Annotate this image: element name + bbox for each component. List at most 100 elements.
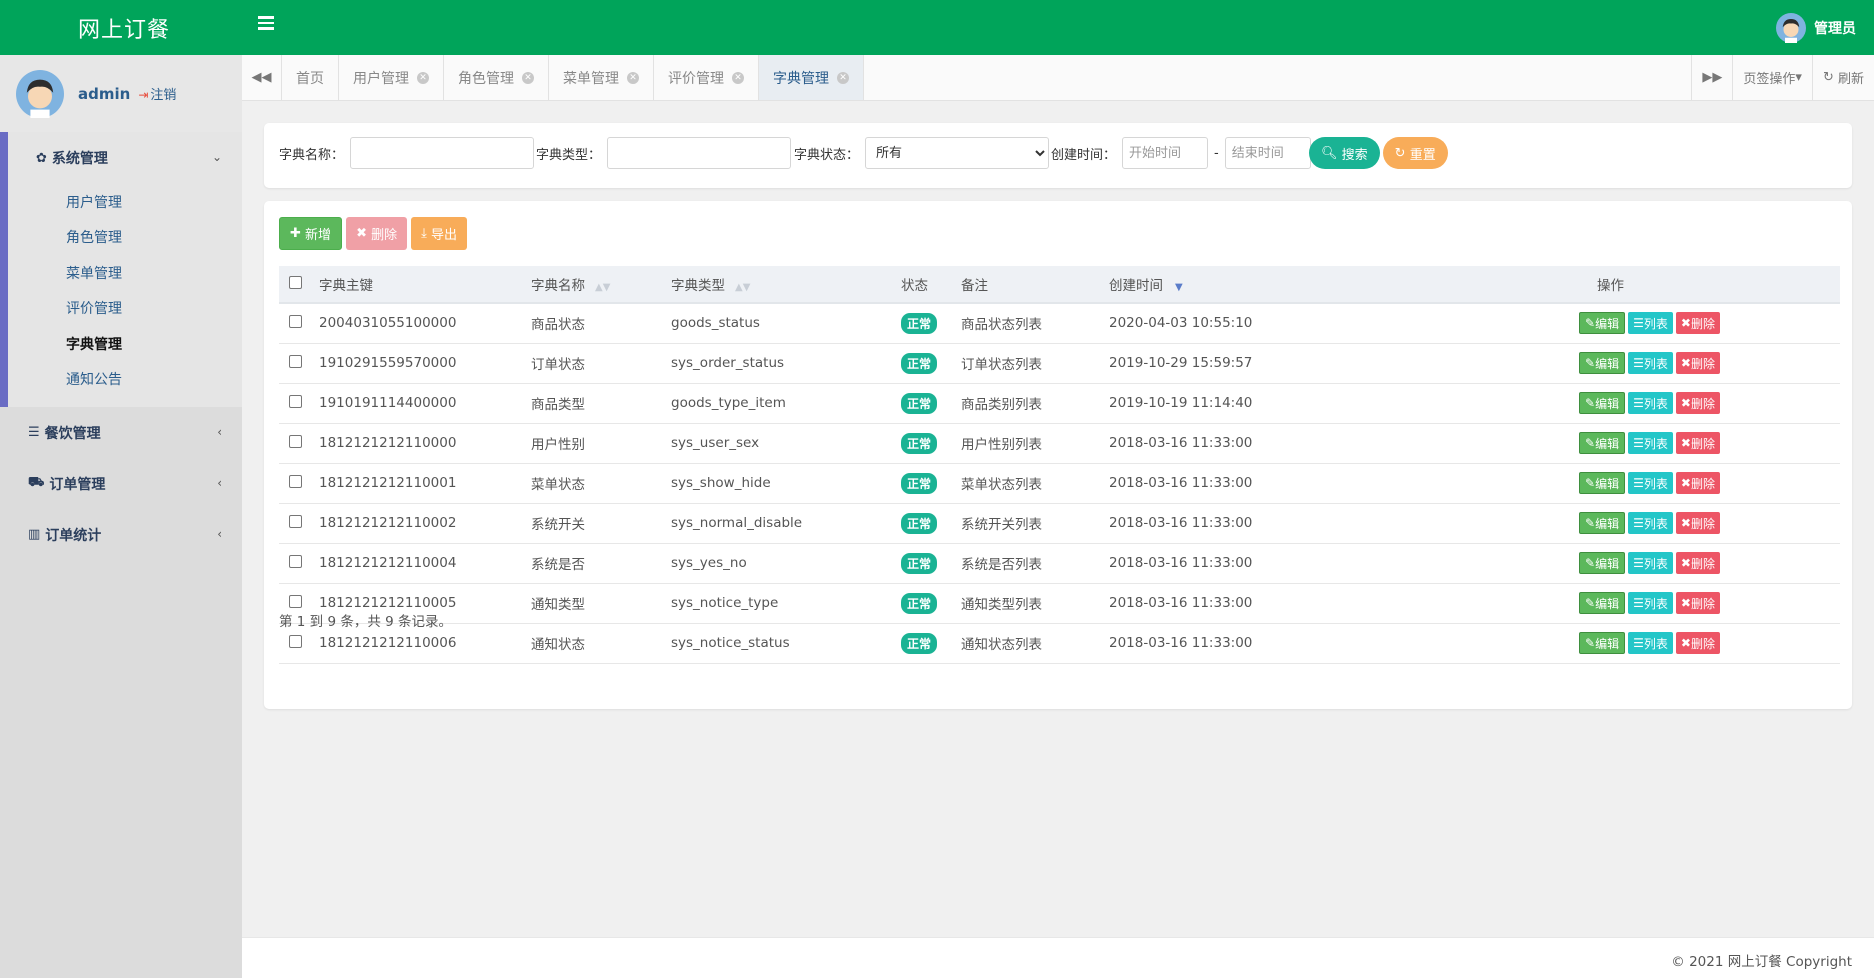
table-row[interactable]: 1812121212110004 系统是否 sys_yes_no 正常 系统是否列表 20… — [279, 543, 1840, 584]
row-checkbox[interactable] — [289, 434, 302, 448]
close-icon[interactable]: ✕ — [837, 71, 849, 84]
row-checkbox[interactable] — [289, 354, 302, 368]
col-dict-id[interactable]: 字典主键 — [311, 266, 523, 304]
row-checkbox[interactable] — [289, 474, 302, 488]
list-button[interactable]: ☰ 列表 — [1628, 312, 1673, 335]
table-row[interactable]: 1812121212110002 系统开关 sys_normal_disable 正常… — [279, 503, 1840, 544]
remove-button[interactable]: ✖ 删除 — [1675, 312, 1720, 335]
row-checkbox[interactable] — [289, 314, 302, 328]
nav-head-system[interactable]: ✿ 系统管理 ⌄ — [8, 132, 242, 184]
list-button[interactable]: ☰ 列表 — [1628, 552, 1673, 574]
tabs-scroll-right-icon[interactable]: ▶▶ — [1691, 55, 1732, 100]
table-row[interactable]: 1812121212110005 通知类型 sys_notice_type 正常 通知类… — [279, 583, 1840, 624]
add-button[interactable]: ✚ 新增 — [279, 217, 343, 250]
tab-menus[interactable]: 菜单管理 ✕ — [549, 55, 654, 100]
nav-head-orders[interactable]: ⛟ 订单管理 ‹ — [0, 458, 242, 509]
tab-users[interactable]: 用户管理 ✕ — [339, 55, 444, 100]
row-checkbox[interactable] — [289, 594, 302, 608]
row-checkbox[interactable] — [289, 634, 302, 648]
table-row[interactable]: 1910291559570000 订单状态 sys_order_status 正常 订单… — [279, 343, 1840, 384]
list-button[interactable]: ☰ 列表 — [1628, 432, 1673, 454]
list-button[interactable]: ☰ 列表 — [1628, 632, 1673, 654]
avatar — [16, 69, 64, 118]
cell-dict-type-link[interactable]: sys_order_status — [663, 343, 893, 384]
row-checkbox[interactable] — [289, 394, 302, 408]
profile-name[interactable]: admin — [78, 85, 130, 103]
sidebar-item-notices[interactable]: 通知公告 — [8, 362, 242, 398]
cell-dict-type-link[interactable]: sys_notice_type — [663, 583, 893, 624]
remove-button[interactable]: ✖ 删除 — [1675, 392, 1720, 414]
sidebar-item-dict[interactable]: 字典管理 — [8, 326, 242, 362]
cell-dict-type-link[interactable]: sys_normal_disable — [663, 503, 893, 544]
sidebar-item-reviews[interactable]: 评价管理 — [8, 291, 242, 327]
close-icon[interactable]: ✕ — [522, 71, 534, 84]
tabs-scroll-left-icon[interactable]: ◀◀ — [242, 55, 282, 100]
cell-dict-type-link[interactable]: sys_yes_no — [663, 543, 893, 584]
edit-button[interactable]: ✎ 编辑 — [1579, 512, 1626, 534]
tab-home[interactable]: 首页 — [282, 55, 339, 100]
delete-button[interactable]: ✖ 删除 — [346, 217, 408, 250]
edit-button[interactable]: ✎ 编辑 — [1579, 392, 1626, 414]
table-row[interactable]: 1812121212110001 菜单状态 sys_show_hide 正常 菜单状态列… — [279, 463, 1840, 504]
search-button[interactable]: 🔍︎ 搜索 — [1309, 137, 1380, 169]
cell-dict-type-link[interactable]: goods_type_item — [663, 383, 893, 424]
nav-head-stats[interactable]: ▥ 订单统计 ‹ — [0, 509, 242, 560]
menu-toggle-icon[interactable] — [258, 16, 274, 32]
table-row[interactable]: 2004031055100000 商品状态 goods_status 正常 商品状态列表… — [279, 303, 1840, 344]
refresh-button[interactable]: ↻ 刷新 — [1811, 55, 1874, 100]
table-row[interactable]: 1910191114400000 商品类型 goods_type_item 正常 商品类… — [279, 383, 1840, 424]
list-button[interactable]: ☰ 列表 — [1628, 592, 1673, 614]
sidebar-item-roles[interactable]: 角色管理 — [8, 220, 242, 256]
col-dict-type[interactable]: 字典类型 ▲▼ — [663, 266, 893, 304]
edit-button[interactable]: ✎ 编辑 — [1579, 312, 1626, 335]
remove-button[interactable]: ✖ 删除 — [1675, 352, 1720, 374]
list-button[interactable]: ☰ 列表 — [1628, 392, 1673, 414]
cell-dict-type-link[interactable]: sys_show_hide — [663, 463, 893, 504]
nav-head-catering[interactable]: ☰ 餐饮管理 ‹ — [0, 407, 242, 458]
edit-button[interactable]: ✎ 编辑 — [1579, 352, 1626, 374]
cell-dict-type-link[interactable]: sys_user_sex — [663, 423, 893, 464]
tab-reviews[interactable]: 评价管理 ✕ — [654, 55, 759, 100]
end-time-input[interactable] — [1224, 137, 1311, 169]
list-button[interactable]: ☰ 列表 — [1628, 472, 1673, 494]
reset-button[interactable]: ↻ 重置 — [1382, 137, 1448, 169]
page-ops-dropdown[interactable]: 页签操作 ▾ — [1732, 55, 1812, 100]
remove-button[interactable]: ✖ 删除 — [1675, 632, 1720, 654]
tab-roles[interactable]: 角色管理 ✕ — [444, 55, 549, 100]
remove-button[interactable]: ✖ 删除 — [1675, 552, 1720, 574]
edit-button[interactable]: ✎ 编辑 — [1579, 432, 1626, 454]
sidebar-item-users[interactable]: 用户管理 — [8, 184, 242, 220]
remove-button[interactable]: ✖ 删除 — [1675, 592, 1720, 614]
remove-button[interactable]: ✖ 删除 — [1675, 472, 1720, 494]
cell-dict-type-link[interactable]: goods_status — [663, 303, 893, 344]
dict-type-input[interactable] — [607, 137, 792, 169]
close-icon[interactable]: ✕ — [417, 71, 429, 84]
table-row[interactable]: 1812121212110006 通知状态 sys_notice_status 正常通… — [279, 623, 1840, 664]
user-menu[interactable]: 管理员 — [1776, 13, 1856, 43]
dict-name-input[interactable] — [350, 137, 535, 169]
edit-button[interactable]: ✎ 编辑 — [1579, 632, 1626, 654]
close-icon[interactable]: ✕ — [732, 71, 744, 84]
list-button[interactable]: ☰ 列表 — [1628, 512, 1673, 534]
remove-button[interactable]: ✖ 删除 — [1675, 432, 1720, 454]
edit-button[interactable]: ✎ 编辑 — [1579, 472, 1626, 494]
row-checkbox[interactable] — [289, 554, 302, 568]
col-create-time[interactable]: 创建时间 ▼ — [1101, 266, 1381, 304]
list-button[interactable]: ☰ 列表 — [1628, 352, 1673, 374]
start-time-input[interactable] — [1122, 137, 1209, 169]
logout-link[interactable]: ⇥ 注销 — [138, 84, 176, 103]
close-icon[interactable]: ✕ — [627, 71, 639, 84]
select-all-checkbox[interactable] — [289, 275, 302, 289]
edit-button[interactable]: ✎ 编辑 — [1579, 592, 1626, 614]
col-dict-name[interactable]: 字典名称 ▲▼ — [523, 266, 663, 304]
app-brand[interactable]: 网上订餐 — [78, 12, 170, 44]
remove-button[interactable]: ✖ 删除 — [1675, 512, 1720, 534]
tab-dict[interactable]: 字典管理 ✕ — [759, 55, 864, 100]
table-row[interactable]: 1812121212110000 用户性别 sys_user_sex 正常 用户性别列表… — [279, 423, 1840, 464]
export-button[interactable]: ⤓ 导出 — [411, 217, 468, 250]
row-checkbox[interactable] — [289, 514, 302, 528]
dict-status-select[interactable]: 所有 — [865, 137, 1050, 169]
cell-dict-type-link[interactable]: sys_notice_status — [663, 623, 893, 664]
edit-button[interactable]: ✎ 编辑 — [1579, 552, 1626, 574]
sidebar-item-menus[interactable]: 菜单管理 — [8, 255, 242, 291]
